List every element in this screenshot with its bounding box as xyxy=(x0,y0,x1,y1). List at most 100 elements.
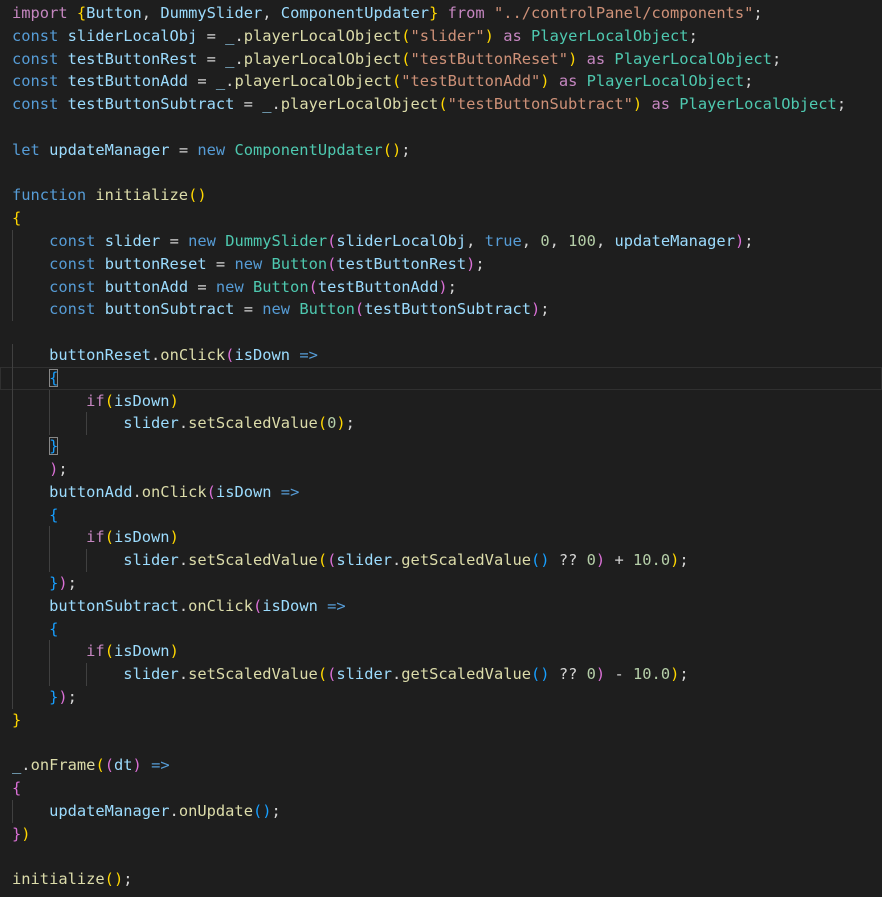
code-token: = xyxy=(188,72,216,91)
code-token: setScaledValue xyxy=(188,665,318,684)
code-token: new xyxy=(188,232,226,250)
code-line[interactable]: ); xyxy=(0,458,882,481)
code-line[interactable]: const buttonReset = new Button(testButto… xyxy=(0,252,882,276)
code-line[interactable]: { xyxy=(0,503,882,527)
code-line[interactable]: let updateManager = new ComponentUpdater… xyxy=(0,139,882,162)
code-line[interactable]: buttonReset.onClick(isDown => xyxy=(0,344,882,367)
code-line[interactable]: if(isDown) xyxy=(0,640,882,664)
code-token: const xyxy=(12,72,68,91)
code-token: , xyxy=(549,232,569,250)
code-text: buttonSubtract.onClick(isDown => xyxy=(12,595,346,618)
code-line[interactable] xyxy=(0,116,882,139)
code-line[interactable]: const testButtonRest = _.playerLocalObje… xyxy=(0,48,882,71)
code-line[interactable] xyxy=(0,321,882,344)
code-token: ; xyxy=(475,254,485,273)
code-editor[interactable]: import {Button, DummySlider, ComponentUp… xyxy=(0,0,882,897)
code-line[interactable]: { xyxy=(0,366,882,390)
code-token: testButtonAdd xyxy=(317,277,439,296)
code-token: onClick xyxy=(141,482,207,501)
code-line[interactable]: function initialize() xyxy=(0,184,882,207)
code-line[interactable]: _.onFrame((dt) => xyxy=(0,754,882,777)
code-line[interactable]: buttonSubtract.onClick(isDown => xyxy=(0,594,882,618)
code-token: ( xyxy=(104,391,114,410)
code-token: ( xyxy=(438,95,448,114)
code-line[interactable]: const testButtonAdd = _.playerLocalObjec… xyxy=(0,70,882,93)
code-token: ) xyxy=(734,232,745,250)
code-token: const xyxy=(12,49,68,68)
code-token: updateManager xyxy=(614,232,735,250)
code-line[interactable]: slider.setScaledValue(0); xyxy=(0,412,882,436)
code-token: testButtonRest xyxy=(336,254,467,273)
code-text: { xyxy=(12,777,21,800)
code-token: sliderLocalObj xyxy=(336,232,467,250)
code-token: onUpdate xyxy=(178,802,253,820)
code-line[interactable]: }); xyxy=(0,686,882,709)
code-text: if(isDown) xyxy=(12,640,179,663)
code-line[interactable] xyxy=(0,846,882,869)
code-token: getScaledValue xyxy=(401,665,532,684)
code-line[interactable]: }); xyxy=(0,572,882,595)
code-line[interactable]: }) xyxy=(0,823,882,846)
code-text: if(isDown) xyxy=(12,390,179,413)
code-token: => xyxy=(271,482,300,501)
code-line[interactable]: } xyxy=(0,435,882,458)
code-line[interactable]: buttonAdd.onClick(isDown => xyxy=(0,480,882,504)
code-line[interactable]: const sliderLocalObj = _.playerLocalObje… xyxy=(0,25,882,48)
code-token: as xyxy=(577,49,615,68)
code-line[interactable]: const testButtonSubtract = _.playerLocal… xyxy=(0,93,882,116)
code-line[interactable]: const slider = new DummySlider(sliderLoc… xyxy=(0,230,882,253)
code-token: _ xyxy=(262,95,272,114)
code-token: () xyxy=(188,186,207,205)
code-token: ?? xyxy=(549,665,587,684)
code-line[interactable]: } xyxy=(0,709,882,732)
code-line[interactable]: if(isDown) xyxy=(0,526,882,550)
code-token: playerLocalObject xyxy=(234,72,392,91)
code-token: 10.0 xyxy=(633,551,671,570)
code-line[interactable]: const buttonSubtract = new Button(testBu… xyxy=(0,298,882,322)
code-token: = xyxy=(197,26,226,45)
code-line[interactable]: { xyxy=(0,617,882,641)
code-token: setScaledValue xyxy=(188,414,318,433)
code-line[interactable]: const buttonAdd = new Button(testButtonA… xyxy=(0,275,882,299)
code-line[interactable]: { xyxy=(0,777,882,800)
code-token: updateManager xyxy=(49,140,170,159)
code-token: ( xyxy=(354,300,365,319)
code-line[interactable] xyxy=(0,732,882,755)
code-token: function xyxy=(12,186,96,205)
code-text: }); xyxy=(12,572,77,595)
code-token: ; xyxy=(447,277,457,296)
code-line[interactable]: slider.setScaledValue((slider.getScaledV… xyxy=(0,549,882,572)
code-token: } xyxy=(12,824,22,843)
code-line[interactable]: slider.setScaledValue((slider.getScaledV… xyxy=(0,663,882,686)
code-token: ; xyxy=(744,72,754,91)
code-line[interactable]: { xyxy=(0,207,882,230)
code-line[interactable]: updateManager.onUpdate(); xyxy=(0,800,882,823)
code-line[interactable]: import {Button, DummySlider, ComponentUp… xyxy=(0,2,882,25)
code-line[interactable]: initialize(); xyxy=(0,868,882,891)
code-token: => xyxy=(317,596,346,615)
code-token: ) xyxy=(21,824,31,843)
code-token: "testButtonAdd" xyxy=(401,72,541,91)
code-token: const xyxy=(49,254,105,273)
code-token: } xyxy=(49,688,59,706)
code-token: 0 xyxy=(540,232,550,250)
code-token: isDown xyxy=(234,346,291,364)
code-token: ; xyxy=(271,802,281,820)
code-text: const slider = new DummySlider(sliderLoc… xyxy=(12,230,753,253)
code-line[interactable] xyxy=(0,162,882,185)
code-token: ( xyxy=(252,596,263,615)
code-token: 0 xyxy=(586,551,596,570)
code-token: , xyxy=(466,232,485,250)
code-token: ( xyxy=(327,232,337,250)
code-text: { xyxy=(12,618,58,641)
code-token: import xyxy=(12,4,77,22)
code-line[interactable]: if(isDown) xyxy=(0,389,882,413)
code-text: updateManager.onUpdate(); xyxy=(12,800,281,823)
code-text: slider.setScaledValue(0); xyxy=(12,412,355,435)
code-token: = xyxy=(206,254,235,273)
code-token: ( xyxy=(104,756,114,775)
